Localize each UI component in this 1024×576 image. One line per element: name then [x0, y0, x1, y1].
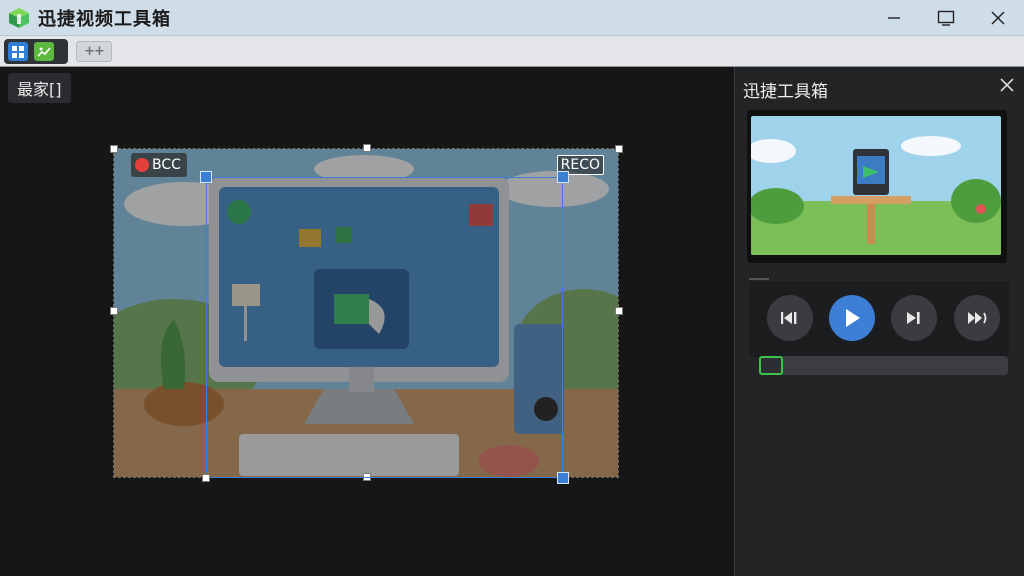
canvas-handle-tl[interactable]	[110, 145, 118, 153]
window-controls	[868, 0, 1024, 36]
timeline-slider[interactable]	[759, 356, 1008, 375]
tab-edit[interactable]	[34, 42, 54, 61]
close-icon	[1000, 78, 1014, 92]
fast-forward-button[interactable]	[954, 295, 1000, 341]
minimize-button[interactable]	[868, 0, 920, 36]
rec-badge-label: BCC	[152, 157, 181, 173]
next-frame-icon	[907, 312, 920, 324]
workspace-label[interactable]: 最家[]	[8, 73, 71, 103]
close-icon	[991, 11, 1005, 25]
crop-selection-box[interactable]	[206, 177, 563, 478]
fast-forward-icon	[968, 312, 987, 324]
workspace: 最家[] BCC RECO	[0, 67, 734, 576]
tab-grid[interactable]	[8, 42, 28, 61]
rec-badge: BCC	[131, 153, 187, 177]
rewind-icon	[781, 312, 797, 324]
rewind-button[interactable]	[767, 295, 813, 341]
crop-handle-tr[interactable]	[557, 171, 569, 183]
playback-controls	[749, 281, 1009, 357]
next-frame-button[interactable]	[891, 295, 937, 341]
crop-handle-br[interactable]	[557, 472, 569, 484]
app-title: 迅捷视频工具箱	[38, 8, 171, 30]
canvas-handle-l[interactable]	[110, 307, 118, 315]
play-button[interactable]	[829, 295, 875, 341]
panel-close-button[interactable]	[1000, 73, 1014, 98]
minimize-icon	[888, 17, 900, 19]
canvas-handle-t[interactable]	[363, 144, 371, 152]
crop-handle-bl[interactable]	[202, 474, 210, 482]
crop-handle-tl[interactable]	[200, 171, 212, 183]
slider-handle[interactable]	[759, 356, 783, 375]
edit-icon	[37, 46, 51, 57]
maximize-icon	[937, 10, 955, 26]
canvas-handle-r[interactable]	[615, 307, 623, 315]
play-icon	[846, 309, 860, 327]
tab-bar: ++	[0, 36, 1024, 67]
app-logo-icon	[8, 7, 30, 29]
record-icon	[135, 158, 149, 172]
canvas-handle-tr[interactable]	[615, 145, 623, 153]
title-bar: 迅捷视频工具箱	[0, 0, 1024, 36]
panel-title: 迅捷工具箱	[743, 82, 828, 102]
preview-image	[746, 116, 1001, 255]
preview-frame	[746, 110, 1007, 263]
grid-icon	[12, 45, 24, 58]
maximize-button[interactable]	[920, 0, 972, 36]
add-tab-button[interactable]: ++	[76, 41, 112, 62]
tab-group	[4, 39, 68, 64]
close-button[interactable]	[972, 0, 1024, 36]
toolbox-panel: 迅捷工具箱	[734, 67, 1024, 576]
divider	[749, 278, 769, 280]
